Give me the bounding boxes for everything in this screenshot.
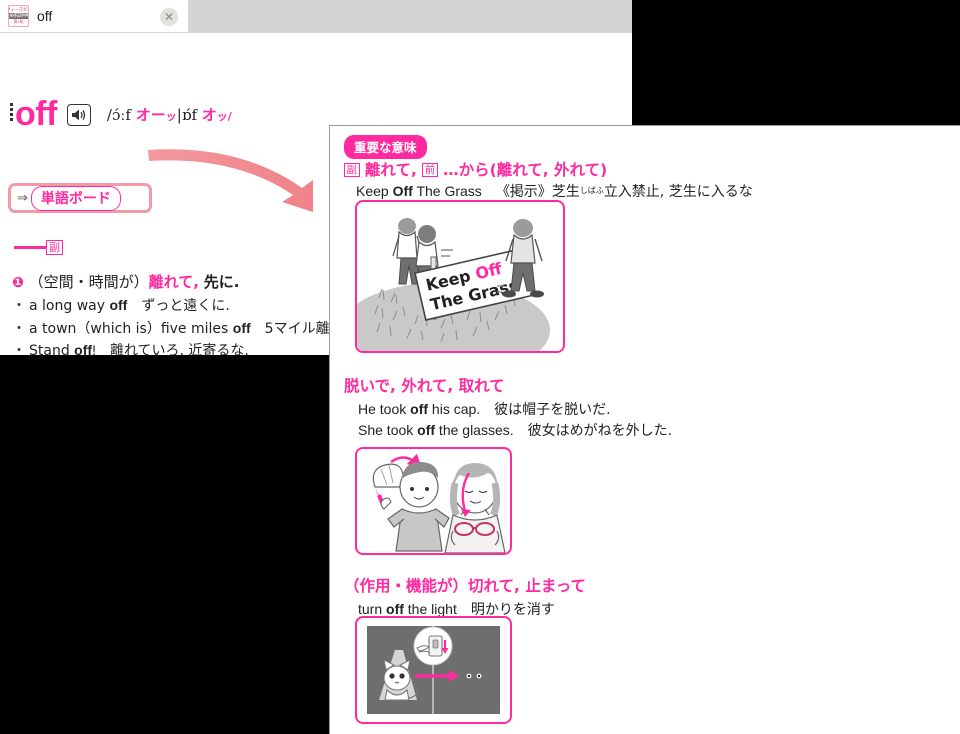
example-en-bold: off [109,297,128,313]
section-title-1: 副 離れて, 前 …から(離れて, 外れて) [344,158,607,180]
section-title-1b: …から(離れて, 外れて) [443,161,608,179]
bullet-icon: ・ [12,319,26,336]
pos-dash [14,246,46,249]
pos-tag-adverb: 副 [344,163,360,177]
wordboard-link-highlight[interactable]: ⇒ 単語ボード [8,183,152,213]
wordboard-link-label: 単語ボード [30,185,121,211]
sec2-ex2-jp: 彼女はめがねを外した. [527,423,673,439]
section-example-2a: He took off his cap. 彼は帽子を脱いだ. [358,399,611,419]
dictionary-book-icon: ウィーズダム 英和辞典 第4版 [8,5,29,27]
sense-number: ❶ [12,275,24,291]
phon-kana1: オー [135,106,166,124]
pos-marker: 副 [46,240,63,255]
book-icon-line3: 第4版 [13,18,24,24]
section-title-3: （作用・機能が）切れて, 止まって [344,577,586,595]
phon-kana2: オ [201,106,217,124]
sec1-ex-pre: Keep [356,183,393,199]
sec2-ex2-post: the glasses. [435,422,514,438]
close-icon[interactable]: ✕ [160,8,178,26]
example-jp: ずっと遠くに. [141,298,230,314]
sec3-ex-pre: turn [358,601,387,617]
phon-ipa1: /ɔ́ːf [106,106,131,124]
section-example-1: Keep Off The Grass 《掲示》芝生しばふ立入禁止, 芝生に入るな [356,181,753,201]
emphasis-dots-icon [10,102,13,121]
sec2-ex1-bold: off [410,401,429,417]
phonetic-transcription: /ɔ́ːf オーッ|ɒ́f オッ/ [107,104,232,125]
speaker-icon[interactable] [66,103,91,126]
sec1-ex-post: The Grass [412,183,482,199]
section-title-1a: 離れて, [364,161,417,179]
headword: off [15,95,57,133]
important-meanings-overlay: 重要な意味 副 離れて, 前 …から(離れて, 外れて) Keep Off Th… [329,125,960,734]
example-en-bold: off [74,342,93,355]
sense-scope: （空間・時間が） [28,273,149,291]
phon-ipa2: ɒ́f [181,106,197,124]
phon-kana2-small: ッ/ [216,110,232,123]
sec3-ex-bold: off [386,601,404,617]
tab-bar-empty-area [188,0,632,33]
bullet-icon: ・ [12,342,26,355]
sec2-ex1-post: his cap. [428,401,481,417]
keep-off-the-grass-illustration: Keep Off The Grass [355,200,565,353]
example-en-pre: a long way [29,298,110,314]
section-title-2: 脱いで, 外れて, 取れて [344,377,505,395]
bullet-icon: ・ [12,297,26,313]
example-en-pre: Stand [29,343,75,355]
sec2-ex1-pre: He took [358,401,411,417]
turn-off-the-light-illustration [355,616,512,724]
sense-gloss: 離れて, [148,273,199,291]
sense-gloss2: 先に. [203,273,240,291]
sec2-ex1-jp: 彼は帽子を脱いだ. [494,402,611,418]
tab-label: off [37,8,53,24]
tab-bar: ウィーズダム 英和辞典 第4版 off ✕ [0,0,632,33]
headword-row: off /ɔ́ːf オーッ|ɒ́f オッ/ [10,95,232,134]
pos-tag-preposition: 前 [422,163,438,177]
sec3-ex-post: the light [403,601,457,617]
sec1-ex-bold: Off [392,183,413,199]
section-example-2b: She took off the glasses. 彼女はめがねを外した. [358,420,672,440]
sec1-ex-ruby: しばふ [579,186,604,195]
status-badge: 重要な意味 [344,135,427,159]
take-off-cap-and-glasses-illustration [355,447,512,555]
example-jp: 離れていろ, 近寄るな. [109,343,249,355]
phon-kana1-small: ッ [165,110,177,123]
part-of-speech-divider: 副 [14,240,63,255]
example-en-bold: off [232,319,251,336]
sec1-ex-jp: 《掲示》芝生 [495,184,580,200]
example-en-pre: a town（which is）five miles [29,320,233,337]
sec1-ex-jp-post: 立入禁止, 芝生に入るな [603,184,753,200]
arrow-right-icon: ⇒ [17,190,28,206]
sec2-ex2-pre: She took [358,422,418,438]
sec2-ex2-bold: off [417,422,436,438]
example-en-post: ! [92,342,96,355]
